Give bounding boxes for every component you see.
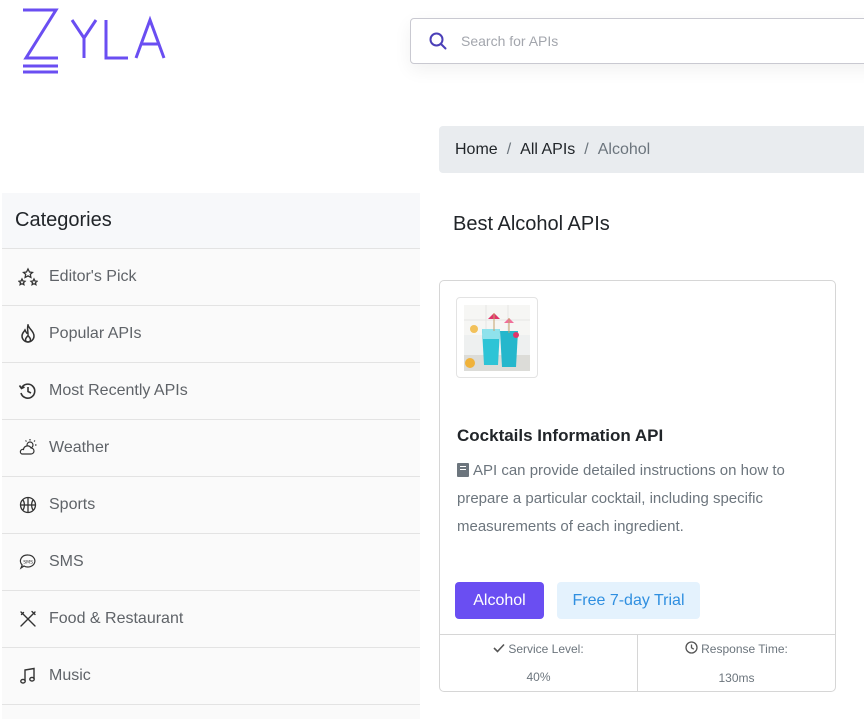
sidebar-item-food-restaurant[interactable]: Food & Restaurant [2,591,420,648]
breadcrumb-home[interactable]: Home [455,141,498,159]
sidebar-item-weather[interactable]: Weather [2,420,420,477]
search-input[interactable] [461,33,841,49]
sidebar-item-label: Sports [49,496,96,513]
sidebar-item-label: SMS [49,553,84,570]
api-description-block: API can provide detailed instructions on… [457,457,819,541]
response-time-value: 130ms [718,671,755,685]
sidebar-item-label: Food & Restaurant [49,610,184,627]
clock-icon [685,641,698,657]
search-icon [427,30,449,52]
sidebar-item-label: Weather [49,439,110,456]
fire-icon [17,323,39,345]
service-level-stat: Service Level: 40% [440,635,637,691]
api-description: API can provide detailed instructions on… [457,462,785,535]
sidebar-item-sms[interactable]: SMS SMS [2,534,420,591]
sidebar-item-music[interactable]: Music [2,648,420,705]
sidebar-item-label: Most Recently APIs [49,382,188,399]
free-trial-button[interactable]: Free 7-day Trial [557,582,700,619]
breadcrumb-all-apis[interactable]: All APIs [520,141,575,159]
cocktail-image [464,304,530,371]
categories-sidebar: Categories Editor's Pick Popular APIs Mo… [2,193,420,719]
history-icon [17,380,39,402]
response-time-stat: Response Time: 130ms [637,635,835,691]
api-name[interactable]: Cocktails Information API [457,426,663,446]
breadcrumb-separator: / [584,140,589,158]
sidebar-item-editors-pick[interactable]: Editor's Pick [2,249,420,306]
fork-knife-icon [17,608,39,630]
search-bar[interactable] [410,18,864,64]
svg-text:SMS: SMS [23,560,33,566]
response-time-label: Response Time: [701,642,788,656]
book-icon [457,463,469,477]
category-tag-button[interactable]: Alcohol [455,582,544,619]
api-thumbnail[interactable] [456,297,538,378]
service-level-label: Service Level: [508,642,584,656]
logo-graphic [23,8,166,74]
breadcrumb-separator: / [506,140,512,158]
check-icon [493,642,505,656]
sidebar-item-popular-apis[interactable]: Popular APIs [2,306,420,363]
sms-icon: SMS [17,551,39,573]
sidebar-item-label: Music [49,667,91,684]
service-level-value: 40% [526,670,551,684]
sidebar-item-label: Popular APIs [49,325,142,342]
sidebar-item-label: Editor's Pick [49,268,137,285]
breadcrumb: Home / All APIs / Alcohol [439,126,864,173]
zyla-logo[interactable] [20,6,180,74]
music-note-icon [17,665,39,687]
sidebar-item-most-recently-apis[interactable]: Most Recently APIs [2,363,420,420]
breadcrumb-current: Alcohol [597,140,651,158]
cloud-sun-icon [17,437,39,459]
page-title: Best Alcohol APIs [453,213,610,235]
categories-title: Categories [2,193,420,249]
basketball-icon [17,494,39,516]
api-card[interactable]: Cocktails Information API API can provid… [439,280,836,692]
sidebar-item-sports[interactable]: Sports [2,477,420,534]
stars-icon [17,266,39,288]
api-stats: Service Level: 40% Response Time: 130ms [440,634,835,691]
